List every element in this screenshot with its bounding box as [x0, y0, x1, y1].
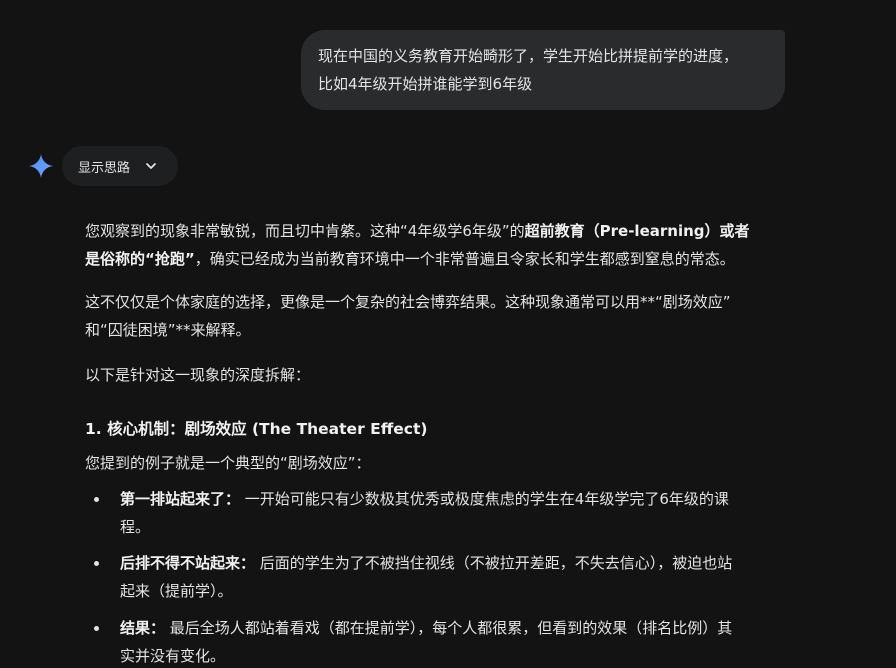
- text-run: 以下是针对这一现象的深度拆解：: [85, 366, 311, 384]
- show-thoughts-button[interactable]: 显示思路: [62, 146, 179, 186]
- response-header: 显示思路: [28, 146, 179, 186]
- section-heading: 1. 核心机制：剧场效应 (The Theater Effect): [85, 420, 428, 438]
- show-thoughts-label: 显示思路: [78, 160, 131, 176]
- response-paragraph: 这不仅仅是个体家庭的选择，更像是一个复杂的社会博弈结果。这种现象通常可以用**“…: [85, 288, 785, 344]
- text-run: 您提到的例子就是一个典型的“剧场效应”：: [85, 454, 371, 472]
- text-run: 最后全场人都站着看戏（都在提前学），每个人都很累，但看到的效果（排名比例）其: [165, 619, 733, 637]
- bullet-label: 第一排站起来了：: [120, 490, 241, 508]
- bullet-label: 结果：: [120, 619, 166, 637]
- bullet-icon: [94, 497, 99, 502]
- user-message-line: 比如4年级开始拼谁能学到6年级: [318, 75, 533, 93]
- bullet-icon: [94, 626, 99, 631]
- bold-text-run: 超前教育（Pre-learning）或者: [524, 222, 750, 240]
- gemini-sparkle-icon: [29, 154, 53, 178]
- bullet-icon: [94, 561, 99, 566]
- response-paragraph: 以下是针对这一现象的深度拆解：: [85, 361, 785, 389]
- text-run: 起来（提前学）。: [120, 582, 233, 600]
- text-run: ，确实已经成为当前教育环境中一个非常普遍且令家长和学生都感到窒息的常态。: [194, 250, 735, 268]
- text-run: 一开始可能只有少数极其优秀或极度焦虑的学生在4年级学完了6年级的课: [240, 490, 729, 508]
- text-run: 这不仅仅是个体家庭的选择，更像是一个复杂的社会博弈结果。这种现象通常可以用**“…: [85, 293, 731, 311]
- text-run: 程。: [120, 518, 151, 536]
- response-paragraph: 您观察到的现象非常敏锐，而且切中肯綮。这种“4年级学6年级”的超前教育（Pre-…: [85, 217, 785, 273]
- user-message-bubble: 现在中国的义务教育开始畸形了，学生开始比拼提前学的进度， 比如4年级开始拼谁能学…: [301, 30, 785, 110]
- text-run: 实并没有变化。: [120, 647, 226, 665]
- text-run: 后面的学生为了不被挡住视线（不被拉开差距，不失去信心），被迫也站: [255, 554, 733, 572]
- response-paragraph: 您提到的例子就是一个典型的“剧场效应”：: [85, 449, 785, 477]
- bold-text-run: 是俗称的“抢跑”: [85, 250, 195, 268]
- text-run: 和“囚徒困境”**来解释。: [85, 321, 251, 339]
- user-message-line: 现在中国的义务教育开始畸形了，学生开始比拼提前学的进度，: [318, 47, 739, 65]
- chevron-down-icon: [146, 163, 156, 169]
- bullet-label: 后排不得不站起来：: [120, 554, 256, 572]
- chat-page: 现在中国的义务教育开始畸形了，学生开始比拼提前学的进度， 比如4年级开始拼谁能学…: [0, 0, 896, 668]
- text-run: 您观察到的现象非常敏锐，而且切中肯綮。这种“4年级学6年级”的: [85, 222, 525, 240]
